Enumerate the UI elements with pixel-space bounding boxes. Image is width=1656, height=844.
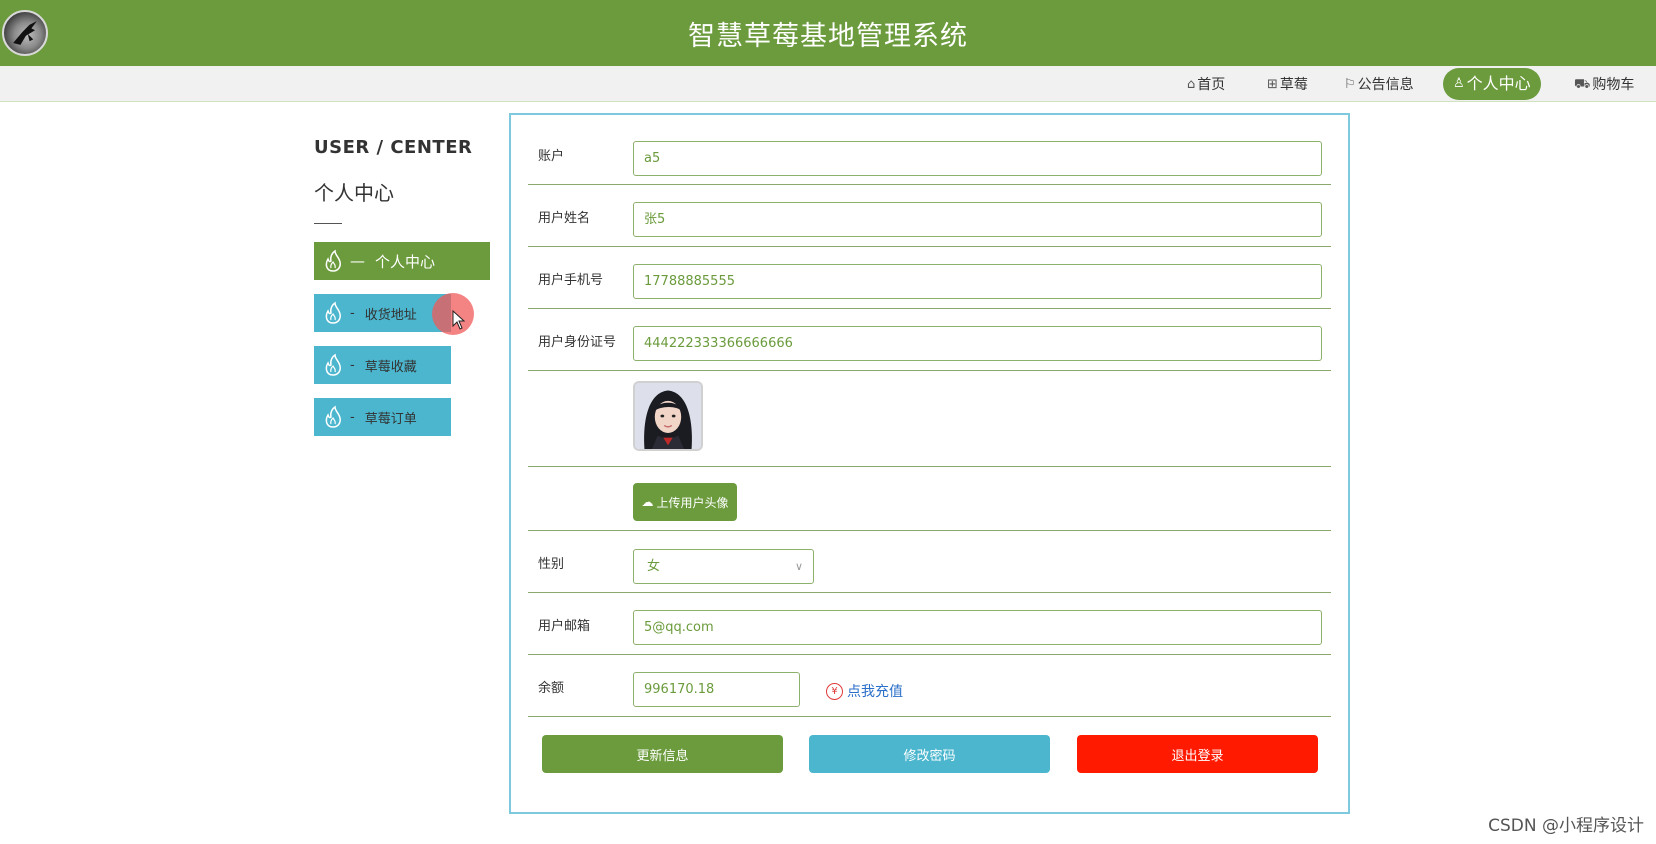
balance-field[interactable]: 996170.18 [633,672,800,707]
nav-strawberry[interactable]: ⊞ 草莓 [1267,72,1308,98]
form-row-email: 用户邮箱 5@qq.com [528,593,1331,655]
update-info-button[interactable]: 更新信息 [542,735,783,773]
balance-label: 余额 [538,681,565,696]
sidebar-title-cn: 个人中心 [314,181,394,205]
idcard-field[interactable]: 444222333366666666 [633,326,1322,361]
user-icon: ♙ [1453,76,1465,91]
recharge-link[interactable]: ¥ 点我充值 [826,681,903,701]
form-row-account: 账户 a5 [528,115,1331,185]
idcard-label: 用户身份证号 [538,335,617,350]
form-row-gender: 性别 女 ∨ [528,531,1331,593]
sidebar-divider [314,223,342,224]
sidebar-item-favorites[interactable]: - 草莓收藏 [314,346,451,384]
user-avatar [633,381,703,451]
sidebar-item-user-center[interactable]: — 个人中心 [314,242,490,280]
home-icon: ⌂ [1187,77,1196,92]
account-label: 账户 [538,149,565,164]
upload-avatar-button[interactable]: ☁ 上传用户头像 [633,483,737,521]
sidebar-item-address[interactable]: - 收货地址 [314,294,451,332]
change-password-button[interactable]: 修改密码 [809,735,1050,773]
cloud-upload-icon: ☁ [641,495,654,509]
profile-form-panel: 账户 a5 用户姓名 张5 用户手机号 17788885555 用户身份证号 4… [509,113,1350,814]
form-row-phone: 用户手机号 17788885555 [528,247,1331,309]
form-row-avatar [528,371,1331,467]
sidebar-item-orders[interactable]: - 草莓订单 [314,398,451,436]
shop-icon: ⊞ [1267,77,1278,92]
top-header: 智慧草莓基地管理系统 [0,0,1656,66]
email-field[interactable]: 5@qq.com [633,610,1322,645]
cart-icon: ⛟ [1574,77,1591,92]
chevron-down-icon: ∨ [794,560,803,573]
nav-home[interactable]: ⌂ 首页 [1187,72,1225,98]
phone-field[interactable]: 17788885555 [633,264,1322,299]
account-field[interactable]: a5 [633,141,1322,176]
flame-icon [325,249,341,272]
form-row-upload: ☁ 上传用户头像 [528,467,1331,531]
site-title: 智慧草莓基地管理系统 [688,21,968,52]
nav-notice[interactable]: ⚐ 公告信息 [1344,72,1414,98]
name-field[interactable]: 张5 [633,202,1322,237]
main-nav: ⌂ 首页 ⊞ 草莓 ⚐ 公告信息 ♙ 个人中心 ⛟ 购物车 [0,66,1656,102]
logout-button[interactable]: 退出登录 [1077,735,1318,773]
form-row-idcard: 用户身份证号 444222333366666666 [528,309,1331,371]
yen-icon: ¥ [826,682,843,700]
flag-icon: ⚐ [1344,77,1356,92]
sidebar-title-en: USER / CENTER [314,137,473,158]
avatar-portrait-image [635,383,701,449]
nav-user-center[interactable]: ♙ 个人中心 [1443,68,1541,100]
flame-icon [325,301,341,324]
mouse-cursor-icon [452,310,466,330]
gender-select[interactable]: 女 ∨ [633,549,814,584]
name-label: 用户姓名 [538,211,591,226]
watermark: CSDN @小程序设计 [1488,816,1644,836]
phone-label: 用户手机号 [538,273,604,288]
flame-icon [325,353,341,376]
flame-icon [325,405,341,428]
email-label: 用户邮箱 [538,619,591,634]
gender-label: 性别 [538,557,565,572]
form-row-balance: 余额 996170.18 ¥ 点我充值 [528,655,1331,717]
form-row-name: 用户姓名 张5 [528,185,1331,247]
nav-cart[interactable]: ⛟ 购物车 [1574,72,1634,98]
